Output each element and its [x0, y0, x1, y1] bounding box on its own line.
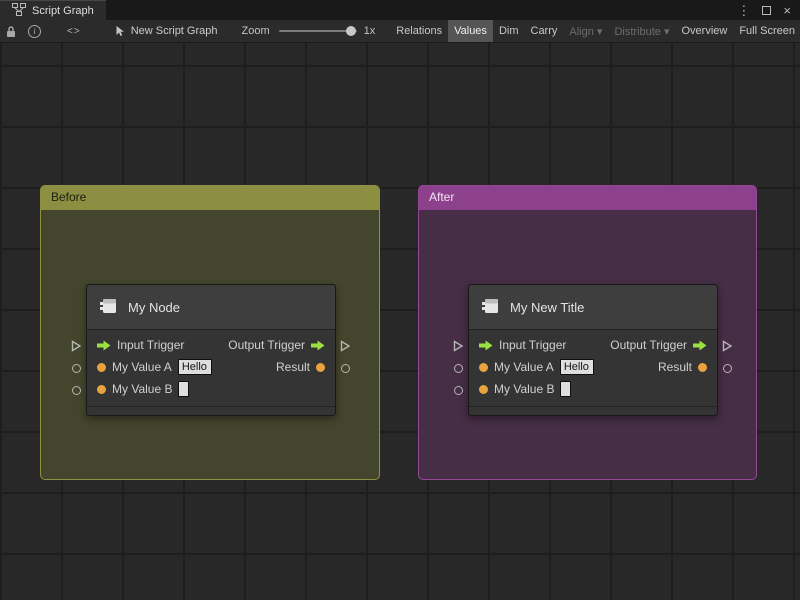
trigger-arrow-icon[interactable] [311, 340, 325, 351]
value-b-port[interactable]: My Value B [97, 381, 190, 397]
unit-icon [481, 296, 501, 319]
input-trigger-port[interactable]: Input Trigger [97, 338, 184, 352]
menu-icon[interactable]: ⋮ [737, 4, 750, 17]
group-before[interactable]: Before My Node Input Trigger Output Trig… [40, 185, 380, 480]
external-trigger-marker[interactable] [453, 340, 464, 355]
result-port[interactable]: Result [276, 360, 325, 374]
zoom-label: Zoom [241, 25, 270, 37]
value-a-port[interactable]: My Value A [479, 359, 594, 375]
fullscreen-button[interactable]: Full Screen [733, 20, 800, 42]
output-trigger-port[interactable]: Output Trigger [228, 338, 325, 352]
port-row: My Value B [469, 378, 717, 400]
graph-canvas[interactable]: Before My Node Input Trigger Output Trig… [0, 43, 800, 600]
node-title: My New Title [510, 299, 585, 315]
node-header[interactable]: My Node [87, 285, 335, 330]
value-b-port[interactable]: My Value B [479, 381, 572, 397]
node-body: Input Trigger Output Trigger My Value A … [87, 330, 335, 406]
value-port-icon[interactable] [97, 384, 106, 394]
group-header[interactable]: After [419, 186, 756, 210]
value-port-icon[interactable] [479, 362, 488, 372]
script-graph-window: Script Graph ⋮ × i <> New Script Graph Z… [0, 0, 800, 600]
external-trigger-marker[interactable] [722, 340, 733, 355]
input-trigger-port[interactable]: Input Trigger [479, 338, 566, 352]
align-button: Align ▾ [569, 25, 603, 38]
port-label: My Value A [112, 360, 172, 374]
external-value-marker[interactable] [72, 364, 81, 373]
group-after[interactable]: After My New Title Input Trigger Output … [418, 185, 757, 480]
graph-pointer-icon [115, 25, 126, 37]
lock-icon[interactable] [5, 25, 17, 38]
output-trigger-port[interactable]: Output Trigger [610, 338, 707, 352]
unit-icon [99, 296, 119, 319]
trigger-arrow-icon[interactable] [97, 340, 111, 351]
external-value-marker[interactable] [72, 386, 81, 395]
graph-name-label[interactable]: New Script Graph [131, 25, 218, 37]
tab-script-graph[interactable]: Script Graph [0, 0, 106, 20]
port-label: Result [657, 360, 692, 374]
port-label: Input Trigger [117, 338, 185, 352]
external-value-marker[interactable] [454, 386, 463, 395]
carry-button[interactable]: Carry [525, 20, 564, 42]
value-b-field[interactable] [178, 381, 190, 397]
port-row: My Value A Result [87, 356, 335, 378]
group-header[interactable]: Before [41, 186, 379, 210]
zoom-slider[interactable] [278, 26, 357, 36]
values-button[interactable]: Values [448, 20, 493, 42]
maximize-square [762, 5, 772, 15]
value-port-icon[interactable] [698, 362, 707, 372]
dim-button[interactable]: Dim [493, 20, 525, 42]
overview-button[interactable]: Overview [675, 20, 733, 42]
zoom-slider-knob[interactable] [345, 26, 356, 36]
port-label: My Value A [494, 360, 554, 374]
port-row: My Value A Result [469, 356, 717, 378]
node-title: My Node [128, 299, 181, 315]
group-label: After [429, 190, 455, 204]
distribute-button: Distribute ▾ [614, 25, 670, 38]
external-trigger-marker[interactable] [71, 340, 82, 355]
port-row: Input Trigger Output Trigger [87, 334, 335, 356]
node-footer [469, 406, 717, 415]
value-a-field[interactable] [177, 359, 212, 375]
trigger-arrow-icon[interactable] [479, 340, 493, 351]
value-b-field[interactable] [560, 381, 572, 397]
close-icon[interactable]: × [783, 4, 791, 17]
node-header[interactable]: My New Title [469, 285, 717, 330]
info-icon[interactable]: i [28, 24, 41, 38]
port-label: Output Trigger [610, 338, 687, 352]
window-controls: ⋮ × [728, 0, 800, 20]
port-label: My Value B [112, 382, 173, 396]
external-value-marker[interactable] [454, 364, 463, 373]
external-value-marker[interactable] [723, 364, 732, 373]
titlebar: Script Graph ⋮ × [0, 0, 800, 20]
value-a-field[interactable] [559, 359, 594, 375]
value-port-icon[interactable] [479, 384, 488, 394]
port-row: Input Trigger Output Trigger [469, 334, 717, 356]
value-port-icon[interactable] [97, 362, 106, 372]
zoom-value: 1x [363, 25, 376, 37]
port-row: My Value B [87, 378, 335, 400]
node-after[interactable]: My New Title Input Trigger Output Trigge… [453, 284, 733, 416]
group-label: Before [51, 190, 87, 204]
port-label: Input Trigger [499, 338, 567, 352]
code-icon[interactable]: <> [67, 26, 81, 37]
trigger-arrow-icon[interactable] [693, 340, 707, 351]
graph-toolbar: i <> New Script Graph Zoom 1x Relations … [0, 20, 800, 43]
value-a-port[interactable]: My Value A [97, 359, 212, 375]
tab-title: Script Graph [32, 4, 94, 17]
result-port[interactable]: Result [658, 360, 707, 374]
relations-button[interactable]: Relations [390, 20, 448, 42]
port-label: Output Trigger [228, 338, 305, 352]
node-footer [87, 406, 335, 415]
value-port-icon[interactable] [316, 362, 325, 372]
node-body: Input Trigger Output Trigger My Value A … [469, 330, 717, 406]
node-before[interactable]: My Node Input Trigger Output Trigger My … [71, 284, 351, 416]
script-graph-icon [12, 2, 26, 19]
maximize-icon[interactable] [762, 4, 772, 17]
external-value-marker[interactable] [341, 364, 350, 373]
port-label: My Value B [494, 382, 555, 396]
port-label: Result [275, 360, 310, 374]
external-trigger-marker[interactable] [340, 340, 351, 355]
